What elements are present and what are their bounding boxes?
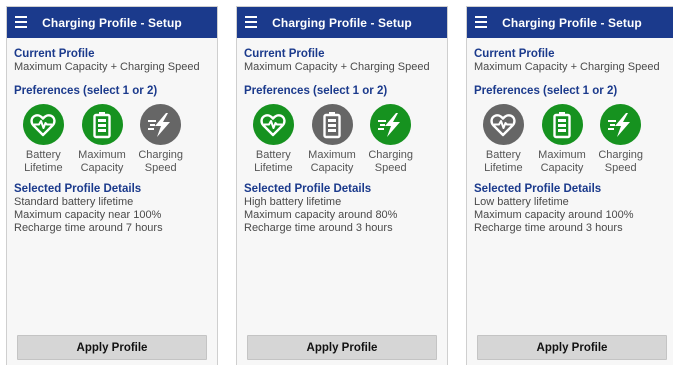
heart-pulse-icon[interactable] xyxy=(482,104,524,145)
pref-battery-lifetime[interactable]: Battery Lifetime xyxy=(244,104,303,174)
detail-line: Recharge time around 3 hours xyxy=(244,222,393,234)
phone-screen-2: Charging Profile - Setup Current Profile… xyxy=(236,6,448,365)
detail-line: Recharge time around 7 hours xyxy=(14,222,163,234)
current-profile-heading: Current Profile xyxy=(14,48,95,60)
pref-maximum-capacity[interactable]: Maximum Capacity xyxy=(73,104,132,174)
preferences-heading: Preferences (select 1 or 2) xyxy=(14,85,158,97)
apply-profile-button[interactable]: Apply Profile xyxy=(247,335,437,360)
current-profile-value: Maximum Capacity + Charging Speed xyxy=(474,61,660,73)
detail-line: Maximum capacity around 80% xyxy=(244,209,398,221)
battery-icon[interactable] xyxy=(81,104,123,145)
apply-profile-button[interactable]: Apply Profile xyxy=(17,335,207,360)
details-heading: Selected Profile Details xyxy=(474,183,602,195)
current-profile-value: Maximum Capacity + Charging Speed xyxy=(14,61,200,73)
pref-label-line2: Capacity xyxy=(80,161,124,174)
battery-icon[interactable] xyxy=(311,104,353,145)
detail-line: Maximum capacity near 100% xyxy=(14,209,162,221)
pref-label-line2: Lifetime xyxy=(24,161,63,174)
pref-charging-speed[interactable]: Charging Speed xyxy=(361,104,420,174)
pref-label-line1: Charging xyxy=(368,149,413,161)
current-profile-heading: Current Profile xyxy=(244,48,325,60)
app-title: Charging Profile - Setup xyxy=(272,15,412,30)
app-title: Charging Profile - Setup xyxy=(502,15,642,30)
pref-label-line1: Maximum xyxy=(538,149,586,161)
preferences-group: Battery Lifetime Maximum Capacity Charging… xyxy=(244,104,420,174)
pref-label-line2: Speed xyxy=(374,161,407,174)
pref-label-line2: Capacity xyxy=(540,161,584,174)
pref-label-line2: Speed xyxy=(604,161,637,174)
details-heading: Selected Profile Details xyxy=(14,183,142,195)
pref-battery-lifetime[interactable]: Battery Lifetime xyxy=(14,104,73,174)
phone-screen-3: Charging Profile - Setup Current Profile… xyxy=(466,6,673,365)
heart-pulse-icon[interactable] xyxy=(252,104,294,145)
app-bar: Charging Profile - Setup xyxy=(467,7,673,38)
pref-label-line1: Maximum xyxy=(78,149,126,161)
preferences-heading: Preferences (select 1 or 2) xyxy=(474,85,618,97)
pref-label-line1: Maximum xyxy=(308,149,356,161)
pref-label-line2: Speed xyxy=(144,161,177,174)
detail-line: Standard battery lifetime xyxy=(14,196,134,208)
pref-label-line1: Battery xyxy=(485,149,521,161)
pref-maximum-capacity[interactable]: Maximum Capacity xyxy=(533,104,592,174)
lightning-speed-icon[interactable] xyxy=(140,104,182,145)
detail-line: Maximum capacity around 100% xyxy=(474,209,634,221)
pref-label-line1: Battery xyxy=(25,149,61,161)
pref-label-line2: Capacity xyxy=(310,161,354,174)
apply-profile-button[interactable]: Apply Profile xyxy=(477,335,667,360)
app-title: Charging Profile - Setup xyxy=(42,15,182,30)
lightning-speed-icon[interactable] xyxy=(370,104,412,145)
details-heading: Selected Profile Details xyxy=(244,183,372,195)
preferences-group: Battery Lifetime Maximum Capacity Charging… xyxy=(474,104,650,174)
lightning-speed-icon[interactable] xyxy=(600,104,642,145)
phone-screen-1: Charging Profile - Setup Current Profile… xyxy=(6,6,218,365)
pref-charging-speed[interactable]: Charging Speed xyxy=(591,104,650,174)
detail-line: High battery lifetime xyxy=(244,196,342,208)
pref-label-line2: Lifetime xyxy=(254,161,293,174)
app-bar: Charging Profile - Setup xyxy=(7,7,217,38)
pref-battery-lifetime[interactable]: Battery Lifetime xyxy=(474,104,533,174)
pref-label-line1: Charging xyxy=(598,149,643,161)
preferences-heading: Preferences (select 1 or 2) xyxy=(244,85,388,97)
preferences-group: Battery Lifetime Maximum Capacity Charging… xyxy=(14,104,190,174)
pref-label-line1: Charging xyxy=(138,149,183,161)
heart-pulse-icon[interactable] xyxy=(22,104,64,145)
pref-charging-speed[interactable]: Charging Speed xyxy=(131,104,190,174)
current-profile-heading: Current Profile xyxy=(474,48,555,60)
detail-line: Low battery lifetime xyxy=(474,196,569,208)
pref-label-line1: Battery xyxy=(255,149,291,161)
detail-line: Recharge time around 3 hours xyxy=(474,222,623,234)
battery-icon[interactable] xyxy=(541,104,583,145)
current-profile-value: Maximum Capacity + Charging Speed xyxy=(244,61,430,73)
app-bar: Charging Profile - Setup xyxy=(237,7,447,38)
pref-maximum-capacity[interactable]: Maximum Capacity xyxy=(303,104,362,174)
pref-label-line2: Lifetime xyxy=(484,161,523,174)
